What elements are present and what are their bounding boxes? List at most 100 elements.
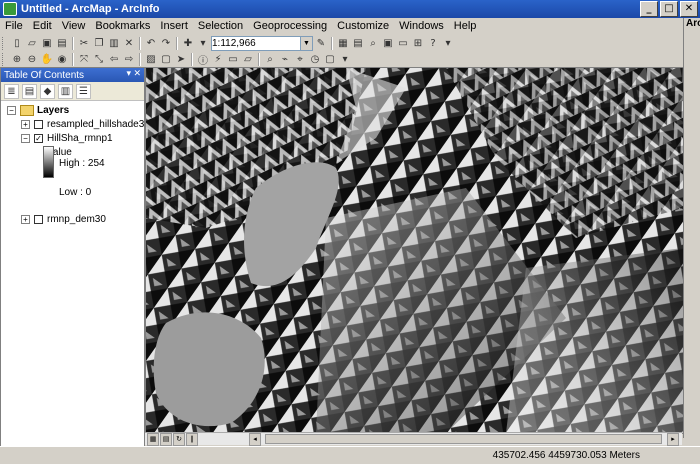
- layer-name: resampled_hillshade3: [47, 118, 145, 130]
- hillshade-raster: [146, 68, 683, 433]
- collapse-icon[interactable]: −: [21, 133, 30, 143]
- arctoolbox-icon[interactable]: ▣: [381, 37, 395, 51]
- layer-visibility-checkbox[interactable]: [34, 214, 43, 224]
- layer-visibility-checkbox[interactable]: [34, 119, 43, 129]
- add-data-dropdown-icon[interactable]: ▾: [196, 37, 210, 51]
- menu-file[interactable]: File: [0, 20, 28, 32]
- toc-title: Table Of Contents: [4, 69, 85, 81]
- expand-icon[interactable]: +: [21, 214, 30, 224]
- menu-help[interactable]: Help: [449, 20, 482, 32]
- side-panel-tab[interactable]: Arc: [684, 18, 700, 29]
- legend-low: Low : 0: [59, 186, 91, 198]
- fixed-zoom-in-icon[interactable]: ⤧: [77, 53, 91, 67]
- full-extent-icon[interactable]: ◉: [55, 53, 69, 67]
- toc-pin-close-icon[interactable]: ▾ ✕: [126, 68, 141, 79]
- viewer-window-icon[interactable]: ▢: [323, 53, 337, 67]
- pause-drawing-icon[interactable]: ∥: [186, 433, 198, 446]
- menu-customize[interactable]: Customize: [332, 20, 394, 32]
- list-by-drawing-order-icon[interactable]: ≣: [4, 83, 19, 99]
- menu-edit[interactable]: Edit: [28, 20, 57, 32]
- save-icon[interactable]: ▣: [40, 37, 54, 51]
- layers-root[interactable]: − Layers: [7, 104, 69, 116]
- copy-icon[interactable]: ❐: [92, 37, 106, 51]
- forward-extent-icon[interactable]: ⇨: [122, 53, 136, 67]
- find-route-icon[interactable]: ⌁: [278, 53, 292, 67]
- model-builder-icon[interactable]: ⊞: [411, 37, 425, 51]
- zoom-out-icon[interactable]: ⊖: [25, 53, 39, 67]
- scroll-left-icon[interactable]: ◂: [249, 433, 261, 446]
- collapse-icon[interactable]: −: [7, 105, 16, 115]
- add-data-icon[interactable]: ✚: [181, 37, 195, 51]
- scroll-right-icon[interactable]: ▸: [667, 433, 679, 446]
- refresh-icon[interactable]: ↻: [173, 433, 185, 446]
- separator: [191, 53, 193, 66]
- find-icon[interactable]: ⌕: [263, 53, 277, 67]
- redo-icon[interactable]: ↷: [159, 37, 173, 51]
- whats-this-icon[interactable]: ?: [426, 37, 440, 51]
- print-icon[interactable]: ▤: [55, 37, 69, 51]
- search-window-icon[interactable]: ⌕: [366, 37, 380, 51]
- separator: [72, 37, 74, 50]
- html-popup-icon[interactable]: ▭: [226, 53, 240, 67]
- close-button[interactable]: ✕: [680, 1, 698, 17]
- cursor-coordinates: 435702.456 4459730.053 Meters: [492, 450, 640, 461]
- tools-toolbar: ⊕ ⊖ ✋ ◉ ⤧ ⤡ ⇦ ⇨ ▨ ▢ ➤ ⓘ ⚡ ▭ ▱ ⌕ ⌁ ⌖ ◷ ▢ …: [0, 51, 380, 68]
- layer-item[interactable]: + rmnp_dem30: [21, 213, 106, 225]
- toc-options-icon[interactable]: ☰: [76, 83, 91, 99]
- catalog-window-icon[interactable]: ▤: [351, 37, 365, 51]
- menu-windows[interactable]: Windows: [394, 20, 449, 32]
- list-by-visibility-icon[interactable]: ◆: [40, 83, 55, 99]
- open-icon[interactable]: ▱: [25, 37, 39, 51]
- map-scale-combo[interactable]: 1:112,966 ▼: [211, 36, 313, 51]
- back-extent-icon[interactable]: ⇦: [107, 53, 121, 67]
- expand-icon[interactable]: +: [21, 119, 30, 129]
- toolbar-options-icon[interactable]: ▾: [338, 53, 352, 67]
- scale-dropdown-icon[interactable]: ▼: [300, 37, 312, 50]
- go-to-xy-icon[interactable]: ⌖: [293, 53, 307, 67]
- menu-geoprocessing[interactable]: Geoprocessing: [248, 20, 332, 32]
- layer-name: rmnp_dem30: [47, 213, 106, 225]
- delete-icon[interactable]: ✕: [122, 37, 136, 51]
- fixed-zoom-out-icon[interactable]: ⤡: [92, 53, 106, 67]
- cut-icon[interactable]: ✂: [77, 37, 91, 51]
- data-view-icon[interactable]: ▦: [147, 433, 159, 446]
- menu-selection[interactable]: Selection: [193, 20, 248, 32]
- map-scale-value: 1:112,966: [212, 38, 256, 49]
- pan-icon[interactable]: ✋: [40, 53, 54, 67]
- paste-icon[interactable]: ▥: [107, 37, 121, 51]
- arctoolbox-side-panel[interactable]: Arc: [683, 18, 700, 438]
- toolbar-grip[interactable]: [2, 37, 6, 50]
- toolbar-grip[interactable]: [2, 53, 6, 66]
- minimize-button[interactable]: _: [640, 1, 658, 17]
- hyperlink-icon[interactable]: ⚡: [211, 53, 225, 67]
- map-scrollbar[interactable]: ▦ ▤ ↻ ∥ ◂ ▸: [145, 432, 682, 446]
- toolbar-options-icon[interactable]: ▾: [441, 37, 455, 51]
- new-document-icon[interactable]: ▯: [10, 37, 24, 51]
- menu-bookmarks[interactable]: Bookmarks: [90, 20, 155, 32]
- editor-toolbar-icon[interactable]: ✎: [314, 37, 328, 51]
- table-of-contents: Table Of Contents ▾ ✕ ≣ ▤ ◆ ▥ ☰ − Layers…: [0, 67, 145, 453]
- map-view[interactable]: [145, 67, 684, 434]
- layout-view-icon[interactable]: ▤: [160, 433, 172, 446]
- menu-insert[interactable]: Insert: [155, 20, 193, 32]
- undo-icon[interactable]: ↶: [144, 37, 158, 51]
- python-window-icon[interactable]: ▭: [396, 37, 410, 51]
- time-slider-icon[interactable]: ◷: [308, 53, 322, 67]
- scroll-thumb[interactable]: [265, 434, 662, 444]
- identify-icon[interactable]: ⓘ: [196, 53, 210, 67]
- toc-window-icon[interactable]: ▦: [336, 37, 350, 51]
- list-by-selection-icon[interactable]: ▥: [58, 83, 73, 99]
- clear-selection-icon[interactable]: ▢: [159, 53, 173, 67]
- layers-folder-icon: [20, 104, 34, 116]
- zoom-in-icon[interactable]: ⊕: [10, 53, 24, 67]
- layer-item[interactable]: − ✓ HillSha_rmnp1: [21, 132, 113, 144]
- maximize-button[interactable]: □: [660, 1, 678, 17]
- layer-item[interactable]: + resampled_hillshade3: [21, 118, 144, 130]
- menu-view[interactable]: View: [57, 20, 91, 32]
- list-by-source-icon[interactable]: ▤: [22, 83, 37, 99]
- layer-visibility-checkbox[interactable]: ✓: [34, 133, 43, 143]
- select-features-icon[interactable]: ▨: [144, 53, 158, 67]
- measure-icon[interactable]: ▱: [241, 53, 255, 67]
- layer-name: HillSha_rmnp1: [47, 132, 113, 144]
- select-elements-icon[interactable]: ➤: [174, 53, 188, 67]
